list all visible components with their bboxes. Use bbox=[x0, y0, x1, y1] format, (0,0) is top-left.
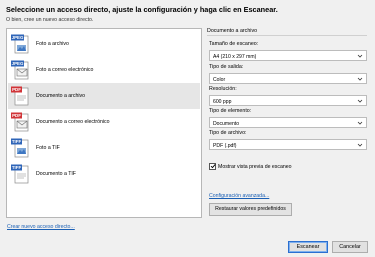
checkmark-icon bbox=[210, 164, 216, 169]
chevron-down-icon bbox=[357, 121, 363, 125]
dialog-title: Seleccione un acceso directo, ajuste la … bbox=[6, 5, 278, 14]
resolution-label: Resolución: bbox=[209, 86, 237, 92]
chevron-down-icon bbox=[357, 54, 363, 58]
scan-size-label: Tamaño de escaneo: bbox=[209, 41, 259, 47]
chevron-down-icon bbox=[357, 99, 363, 103]
shortcut-label: Foto a archivo bbox=[36, 41, 69, 47]
restore-defaults-button[interactable]: Restaurar valores predefinidos bbox=[209, 203, 292, 216]
icon-badge: TIFF bbox=[12, 139, 22, 144]
resolution-select[interactable]: 600 ppp bbox=[209, 95, 367, 106]
file-type-select[interactable]: PDF (.pdf) bbox=[209, 139, 367, 150]
shortcut-item-foto-a-archivo[interactable]: JPEG Foto a archivo bbox=[8, 31, 200, 57]
output-type-select[interactable]: Color bbox=[209, 73, 367, 84]
shortcut-item-documento-a-tif[interactable]: TIFF Documento a TIF bbox=[8, 161, 200, 187]
chevron-down-icon bbox=[357, 143, 363, 147]
preview-checkbox[interactable] bbox=[209, 163, 216, 170]
shortcut-label: Documento a TIF bbox=[36, 171, 76, 177]
shortcut-label: Foto a TIF bbox=[36, 145, 60, 151]
shortcut-label: Foto a correo electrónico bbox=[36, 67, 94, 73]
scan-button[interactable]: Escanear bbox=[288, 241, 328, 253]
pdf-icon: PDF bbox=[11, 112, 29, 132]
tiff-icon: TIFF bbox=[11, 164, 29, 184]
shortcut-item-documento-a-archivo[interactable]: PDF Documento a archivo bbox=[8, 83, 200, 109]
icon-badge: PDF bbox=[12, 87, 21, 92]
shortcut-list[interactable]: JPEG Foto a archivo JPEG Foto a correo e… bbox=[6, 28, 202, 218]
create-shortcut-link[interactable]: Crear nuevo acceso directo... bbox=[7, 224, 75, 230]
select-value: 600 ppp bbox=[213, 98, 232, 105]
preview-checkbox-label: Mostrar vista previa de escaneo bbox=[218, 163, 292, 170]
shortcut-item-foto-a-tif[interactable]: TIFF Foto a TIF bbox=[8, 135, 200, 161]
dialog-subtitle: O bien, cree un nuevo acceso directo. bbox=[6, 17, 94, 23]
settings-group-title: Documento a archivo bbox=[207, 28, 258, 34]
select-value: PDF (.pdf) bbox=[213, 142, 237, 149]
select-value: Documento bbox=[213, 120, 240, 127]
shortcut-item-foto-a-correo[interactable]: JPEG Foto a correo electrónico bbox=[8, 57, 200, 83]
file-type-label: Tipo de archivo: bbox=[209, 130, 247, 136]
icon-badge: JPEG bbox=[12, 35, 24, 40]
cancel-button[interactable]: Cancelar bbox=[332, 241, 368, 253]
tiff-icon: TIFF bbox=[11, 138, 29, 158]
icon-badge: JPEG bbox=[12, 61, 24, 66]
group-divider bbox=[207, 35, 367, 36]
shortcut-item-documento-a-correo[interactable]: PDF Documento a correo electrónico bbox=[8, 109, 200, 135]
output-type-label: Tipo de salida: bbox=[209, 64, 244, 70]
advanced-settings-link[interactable]: Configuración avanzada... bbox=[209, 193, 269, 199]
item-type-select[interactable]: Documento bbox=[209, 117, 367, 128]
shortcut-label: Documento a archivo bbox=[36, 93, 86, 99]
item-type-label: Tipo de elemento: bbox=[209, 108, 252, 114]
jpeg-icon: JPEG bbox=[11, 34, 29, 54]
select-value: Color bbox=[213, 76, 226, 83]
chevron-down-icon bbox=[357, 77, 363, 81]
select-value: A4 (210 x 297 mm) bbox=[213, 53, 257, 60]
icon-badge: PDF bbox=[12, 113, 21, 118]
shortcut-label: Documento a correo electrónico bbox=[36, 119, 110, 125]
scan-size-select[interactable]: A4 (210 x 297 mm) bbox=[209, 50, 367, 61]
pdf-icon: PDF bbox=[11, 86, 29, 106]
icon-badge: TIFF bbox=[12, 165, 22, 170]
jpeg-icon: JPEG bbox=[11, 60, 29, 80]
